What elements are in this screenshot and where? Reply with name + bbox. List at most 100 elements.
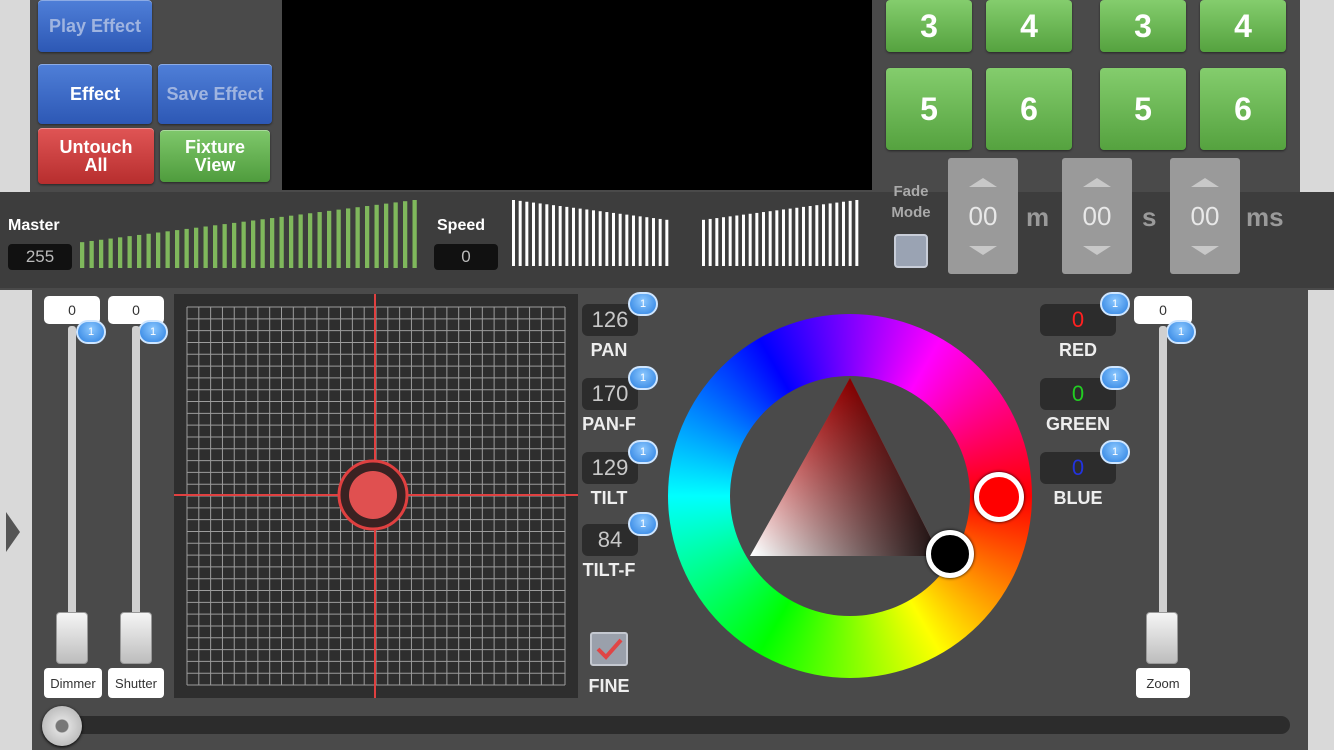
master-bar — [412, 200, 417, 268]
master-fader[interactable] — [80, 200, 422, 270]
dimmer-track[interactable] — [68, 326, 76, 626]
speed-bar — [755, 212, 759, 266]
master-bar — [127, 236, 132, 268]
master-bar — [222, 224, 227, 268]
dimmer-thumb[interactable] — [56, 612, 88, 664]
shade-handle[interactable] — [926, 530, 974, 578]
timeline-knob[interactable] — [42, 706, 82, 746]
speed-bar — [748, 213, 752, 266]
speed-fader-down[interactable] — [512, 200, 672, 270]
zoom-thumb[interactable] — [1146, 612, 1178, 664]
dimmer-badge[interactable]: 1 — [76, 320, 106, 344]
master-bar — [251, 220, 256, 268]
color-channel-badge[interactable]: 1 — [1100, 440, 1130, 464]
speed-bar — [532, 202, 535, 266]
shutter-label: Shutter — [108, 668, 164, 698]
expand-arrow-icon[interactable] — [6, 512, 20, 552]
master-bar — [260, 219, 265, 268]
master-bar — [99, 239, 104, 268]
minutes-stepper[interactable]: 00 — [948, 158, 1018, 274]
speed-bar — [578, 208, 582, 266]
master-bar — [184, 228, 189, 268]
color-triangle[interactable] — [740, 370, 960, 570]
timeline-track[interactable] — [44, 716, 1290, 734]
master-bar — [289, 215, 294, 268]
shutter-badge[interactable]: 1 — [138, 320, 168, 344]
chevron-down-icon[interactable] — [1083, 245, 1111, 255]
shutter-thumb[interactable] — [120, 612, 152, 664]
channel-badge[interactable]: 1 — [628, 292, 658, 316]
fade-mode-checkbox[interactable] — [894, 234, 928, 268]
speed-bar — [538, 203, 542, 266]
right-top-panel — [1300, 0, 1334, 192]
scene-button[interactable]: 6 — [986, 68, 1072, 150]
speed-bar — [848, 200, 852, 266]
channel-badge[interactable]: 1 — [628, 366, 658, 390]
master-bar — [241, 221, 246, 268]
fixture-view-button[interactable]: Fixture View — [160, 130, 270, 182]
speed-bar — [828, 203, 832, 266]
effect-button[interactable]: Effect — [38, 64, 152, 124]
pan-tilt-pad[interactable] — [174, 294, 578, 698]
fine-checkbox[interactable] — [590, 632, 628, 666]
speed-bar — [815, 205, 819, 266]
channel-label: TILT — [590, 488, 628, 508]
scene-button[interactable]: 4 — [1200, 0, 1286, 52]
hue-handle[interactable] — [974, 472, 1024, 522]
scene-button[interactable]: 4 — [986, 0, 1072, 52]
channel-label: TILT-F — [582, 560, 636, 580]
master-bar — [213, 225, 218, 268]
chevron-up-icon[interactable] — [1191, 177, 1219, 187]
color-channel-badge[interactable]: 1 — [1100, 366, 1130, 390]
speed-bar — [768, 211, 772, 266]
millis-stepper[interactable]: 00 — [1170, 158, 1240, 274]
scene-button[interactable]: 5 — [1100, 68, 1186, 150]
chevron-up-icon[interactable] — [1083, 177, 1111, 187]
master-bar — [89, 240, 94, 268]
master-bar — [203, 226, 208, 268]
seconds-stepper[interactable]: 00 — [1062, 158, 1132, 274]
master-bar — [365, 206, 370, 268]
color-channel-label: GREEN — [1045, 414, 1110, 434]
master-bar — [327, 210, 332, 268]
master-bar — [279, 216, 284, 268]
speed-label: Speed — [437, 217, 486, 234]
effect-preview — [282, 0, 872, 190]
speed-bar — [822, 204, 825, 266]
speed-bar — [572, 207, 575, 266]
speed-bar — [728, 216, 732, 266]
chevron-down-icon[interactable] — [1191, 245, 1219, 255]
fine-label: FINE — [588, 676, 630, 696]
chevron-up-icon[interactable] — [969, 177, 997, 187]
fade-label-line2: Mode — [891, 204, 931, 221]
speed-bar — [518, 200, 522, 266]
chevron-down-icon[interactable] — [969, 245, 997, 255]
save-effect-button[interactable]: Save Effect — [158, 64, 272, 124]
fade-mode-label: Fade Mode — [884, 181, 938, 223]
scene-button[interactable]: 3 — [1100, 0, 1186, 52]
color-channel-badge[interactable]: 1 — [1100, 292, 1130, 316]
channel-badge[interactable]: 1 — [628, 512, 658, 536]
speed-bar — [512, 200, 515, 266]
scene-button[interactable]: 6 — [1200, 68, 1286, 150]
scene-button[interactable]: 5 — [886, 68, 972, 150]
fade-label-line1: Fade — [893, 183, 929, 200]
shutter-track[interactable] — [132, 326, 140, 626]
untouch-all-button[interactable]: Untouch All — [38, 128, 154, 184]
seconds-value: 00 — [1082, 200, 1112, 231]
speed-bar — [782, 209, 785, 266]
zoom-track[interactable] — [1159, 326, 1167, 626]
master-bar — [175, 230, 180, 268]
zoom-badge[interactable]: 1 — [1166, 320, 1196, 344]
speed-fader-up[interactable] — [702, 200, 862, 270]
speed-bar — [795, 207, 799, 266]
master-bar — [118, 237, 123, 268]
scene-button[interactable]: 3 — [886, 0, 972, 52]
play-effect-button[interactable]: Play Effect — [38, 0, 152, 52]
speed-bar — [645, 217, 649, 266]
left-bottom-panel[interactable] — [0, 290, 32, 750]
master-bar — [165, 231, 170, 268]
master-bar — [374, 204, 379, 268]
speed-bar — [585, 209, 589, 266]
channel-badge[interactable]: 1 — [628, 440, 658, 464]
